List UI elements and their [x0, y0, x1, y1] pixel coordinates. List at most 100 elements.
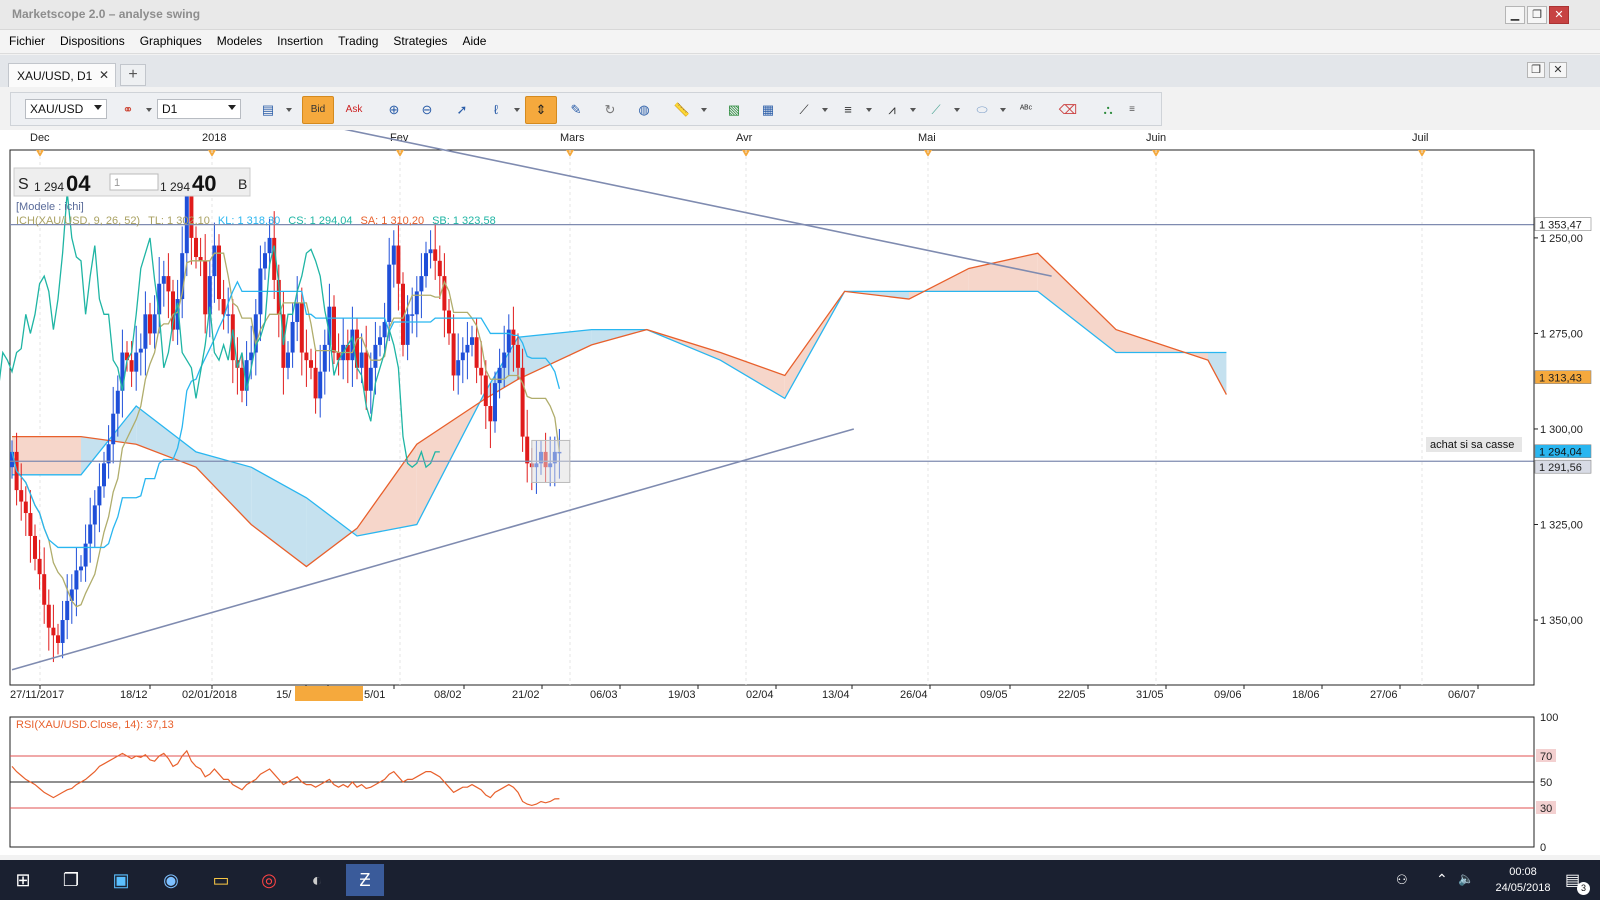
date-label: 21/02 — [512, 689, 540, 701]
chevron-down-icon[interactable] — [866, 108, 872, 112]
chevron-down-icon[interactable] — [910, 108, 916, 112]
menu-modeles[interactable]: Modeles — [208, 30, 268, 48]
bid-button[interactable]: Bid — [302, 96, 334, 124]
app-icon[interactable]: ◐ — [298, 864, 336, 896]
candle-body — [391, 245, 396, 265]
senkou-a-value: SA: 1 310,20 — [360, 215, 424, 227]
menu-fichier[interactable]: Fichier — [0, 30, 51, 48]
draw-lines-icon[interactable]: ⟋ — [793, 99, 815, 121]
date-label: 19/03 — [668, 689, 696, 701]
close-window-button[interactable]: ✕ — [1549, 6, 1569, 24]
candle-body — [263, 253, 267, 269]
price-axis: 1 350,00 1 325,00 1 300,00 1 275,00 1 250,00… — [1534, 217, 1592, 627]
edit-chart-icon[interactable]: ✎ — [565, 99, 587, 121]
candle-body — [433, 249, 438, 261]
candle-body — [299, 302, 304, 353]
chevron-down-icon[interactable] — [514, 108, 520, 112]
tab-restore-button[interactable]: ❐ — [1527, 62, 1545, 78]
tray-chevron-icon[interactable]: ⌃ — [1436, 871, 1448, 888]
restore-button[interactable]: ❐ — [1527, 6, 1547, 24]
month-label: Dec — [30, 132, 50, 144]
pen-icon[interactable]: ⟋ — [925, 99, 947, 121]
tab-close-button[interactable]: ✕ — [1549, 62, 1567, 78]
ask-button[interactable]: Ask — [340, 99, 368, 121]
volume-icon[interactable]: 🔈 — [1458, 871, 1474, 887]
horizontal-lines-icon[interactable]: ≡ — [837, 99, 859, 121]
browser-app-icon[interactable]: ◉ — [152, 864, 190, 896]
menu-insertion[interactable]: Insertion — [268, 30, 329, 48]
tab-close-icon[interactable]: ✕ — [99, 68, 109, 82]
candle-body — [424, 253, 428, 277]
cursor-icon[interactable]: ➚ — [451, 99, 473, 121]
clock-time[interactable]: 00:08 — [1497, 866, 1549, 878]
candle-body — [322, 344, 327, 372]
minimize-button[interactable]: ▁ — [1505, 6, 1525, 24]
chevron-down-icon — [228, 105, 236, 110]
tab-xauusd-d1[interactable]: XAU/USD, D1 ✕ — [8, 63, 116, 87]
candle-body — [115, 390, 120, 414]
toolbar-overflow-icon[interactable]: ≡ — [1125, 99, 1139, 121]
table-icon[interactable]: ▦ — [757, 99, 779, 121]
chevron-down-icon[interactable] — [1000, 108, 1006, 112]
notification-count: 3 — [1577, 882, 1590, 895]
store-app-icon[interactable]: ▣ — [102, 864, 140, 896]
chart-area[interactable]: Dec 2018 Fev Mars Avr Mai Juin Juil 1 350,00 1 3… — [0, 103, 1600, 855]
refresh-icon[interactable]: ↻ — [599, 99, 621, 121]
chevron-down-icon[interactable] — [146, 108, 152, 112]
candle-body — [129, 360, 134, 372]
chart-tab-row: XAU/USD, D1 ✕ + ❐ ✕ — [0, 55, 1600, 87]
date-label: 06/07 — [1448, 689, 1476, 701]
candle-body — [111, 413, 116, 445]
candle-body — [23, 501, 28, 514]
menu-graphiques[interactable]: Graphiques — [131, 30, 208, 48]
crosshair-icon[interactable]: ⇕ — [525, 96, 557, 124]
quote-buy-suffix: B — [238, 176, 247, 192]
menu-aide[interactable]: Aide — [453, 30, 492, 48]
chart-svg[interactable]: Dec 2018 Fev Mars Avr Mai Juin Juil 1 350,001 3… — [0, 103, 1600, 855]
image-icon[interactable]: ▧ — [723, 99, 745, 121]
candle-body — [42, 574, 47, 605]
zoom-out-icon[interactable]: ⊖ — [416, 99, 438, 121]
menu-strategies[interactable]: Strategies — [384, 30, 453, 48]
candle-body — [143, 314, 148, 349]
date-label: 09/06 — [1214, 689, 1242, 701]
marketscope-taskbar-icon[interactable]: Ƶ — [346, 864, 384, 896]
symbol-select[interactable]: XAU/USD — [25, 99, 107, 119]
people-icon[interactable]: ⚇ — [1396, 872, 1408, 888]
clock-date[interactable]: 24/05/2018 — [1485, 882, 1561, 894]
menu-trading[interactable]: Trading — [329, 30, 384, 48]
indicator-icon[interactable]: ℓ — [485, 99, 507, 121]
zoom-in-icon[interactable]: ⊕ — [383, 99, 405, 121]
chikou-value: CS: 1 294,04 — [288, 215, 352, 227]
ellipse-icon[interactable]: ⬭ — [971, 99, 993, 121]
candle-body — [304, 352, 309, 361]
file-explorer-icon[interactable]: ▭ — [202, 864, 240, 896]
chart-type-icon[interactable]: ▤ — [257, 99, 279, 121]
timeframe-select[interactable]: D1 — [157, 99, 241, 119]
text-tool-icon[interactable]: ᴬᴮᶜ — [1015, 99, 1037, 121]
chevron-down-icon[interactable] — [701, 108, 707, 112]
candle-body — [474, 337, 479, 368]
chevron-down-icon[interactable] — [954, 108, 960, 112]
task-view-icon[interactable]: ❐ — [52, 864, 90, 896]
date-label: 18/06 — [1292, 689, 1320, 701]
globe-icon[interactable]: ◍ — [633, 99, 655, 121]
hierarchy-icon[interactable]: ⛬ — [1097, 99, 1119, 121]
chrome-icon[interactable]: ◎ — [250, 864, 288, 896]
menu-dispositions[interactable]: Dispositions — [51, 30, 131, 48]
date-label: 27/06 — [1370, 689, 1398, 701]
windows-start-icon[interactable]: ⊞ — [4, 864, 42, 896]
link-icon[interactable]: ⚭ — [117, 99, 139, 121]
eraser-icon[interactable]: ⌫ — [1057, 99, 1079, 121]
candle-body — [479, 367, 484, 376]
ruler-icon[interactable]: 📏 — [671, 99, 693, 121]
candle-body — [332, 306, 336, 353]
candle-body — [497, 367, 502, 384]
date-label: 18/12 — [120, 689, 148, 701]
candle-body — [470, 337, 474, 345]
candle-body — [368, 367, 373, 391]
add-tab-button[interactable]: + — [120, 64, 146, 86]
chevron-down-icon[interactable] — [822, 108, 828, 112]
fibonacci-icon[interactable]: ⩘ — [881, 99, 903, 121]
chevron-down-icon[interactable] — [286, 108, 292, 112]
